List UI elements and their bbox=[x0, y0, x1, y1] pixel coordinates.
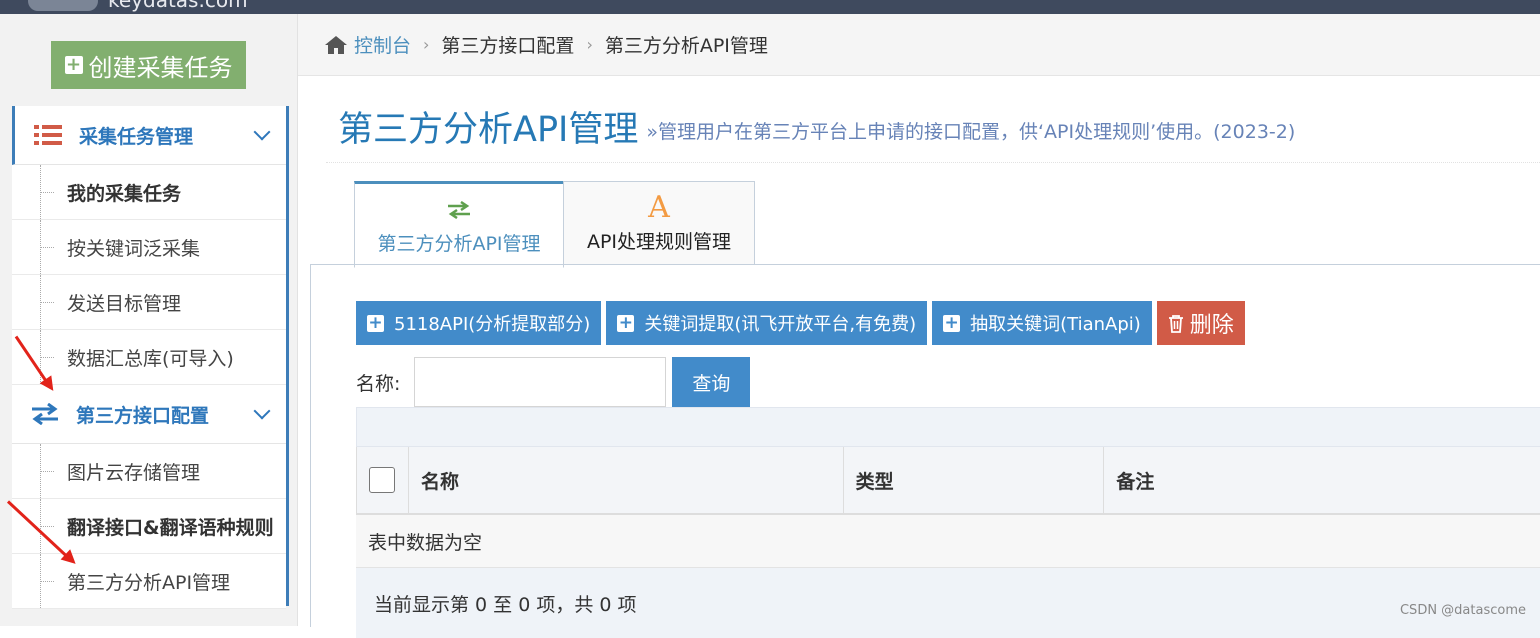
sidebar-item-label: 发送目标管理 bbox=[67, 292, 182, 315]
sidebar-item-analysis-api[interactable]: 第三方分析API管理 bbox=[12, 554, 286, 609]
chevron-down-icon bbox=[253, 402, 271, 420]
page-subtitle: »管理用户在第三方平台上申请的接口配置，供‘API处理规则’使用。(2023-2… bbox=[646, 120, 1296, 143]
button-label: 5118API(分析提取部分) bbox=[394, 314, 591, 335]
add-tianapi-button[interactable]: + 抽取关键词(TianApi) bbox=[932, 301, 1152, 345]
sidebar-active-rail bbox=[286, 106, 289, 606]
sidebar-item-label: 图片云存储管理 bbox=[67, 461, 201, 484]
table-info-footer: 当前显示第 0 至 0 项，共 0 项 bbox=[356, 568, 1540, 638]
trash-icon bbox=[1168, 314, 1184, 333]
nav-group-label: 采集任务管理 bbox=[79, 125, 194, 148]
main-content: 控制台 › 第三方接口配置 › 第三方分析API管理 第三方分析API管理 »管… bbox=[298, 14, 1540, 638]
list-icon bbox=[33, 124, 63, 146]
column-header-type[interactable]: 类型 bbox=[844, 447, 1105, 513]
select-all-checkbox-cell bbox=[357, 447, 409, 513]
nav-group-label: 第三方接口配置 bbox=[76, 404, 210, 427]
sidebar-item-send-targets[interactable]: 发送目标管理 bbox=[12, 275, 286, 330]
sidebar-item-my-tasks[interactable]: 我的采集任务 bbox=[12, 165, 286, 220]
button-label: 抽取关键词(TianApi) bbox=[970, 314, 1141, 335]
page-header: 第三方分析API管理 »管理用户在第三方平台上申请的接口配置，供‘API处理规则… bbox=[326, 90, 1540, 163]
brand-text: keydatas.com bbox=[108, 0, 248, 12]
nav-group-third-party[interactable]: 第三方接口配置 bbox=[12, 385, 286, 444]
chevron-down-icon bbox=[253, 123, 271, 141]
select-all-checkbox[interactable] bbox=[369, 467, 396, 493]
query-button[interactable]: 查询 bbox=[672, 357, 751, 407]
breadcrumb-level3: 第三方分析API管理 bbox=[604, 35, 768, 57]
tab-api-rules[interactable]: A API处理规则管理 bbox=[563, 181, 755, 265]
font-a-icon: A bbox=[648, 190, 670, 225]
search-bar: 名称: 查询 bbox=[356, 357, 751, 407]
name-search-input[interactable] bbox=[414, 357, 667, 407]
sidebar-item-label: 第三方分析API管理 bbox=[67, 571, 231, 594]
sidebar-item-keyword-collect[interactable]: 按关键词泛采集 bbox=[12, 220, 286, 275]
sidebar-item-label: 按关键词泛采集 bbox=[67, 237, 201, 260]
home-icon bbox=[324, 35, 348, 55]
data-table: 名称 类型 备注 表中数据为空 当前显示第 0 至 0 项，共 0 项 bbox=[356, 407, 1540, 638]
column-header-remark[interactable]: 备注 bbox=[1104, 447, 1540, 513]
action-toolbar: + 5118API(分析提取部分) + 关键词提取(讯飞开放平台,有免费) + … bbox=[356, 301, 1245, 345]
breadcrumb-home-link[interactable]: 控制台 bbox=[354, 31, 411, 58]
table-header: 名称 类型 备注 bbox=[356, 447, 1540, 515]
plus-square-icon: + bbox=[367, 312, 384, 333]
add-5118api-button[interactable]: + 5118API(分析提取部分) bbox=[356, 301, 602, 345]
watermark: CSDN @datascome bbox=[1399, 603, 1526, 618]
table-empty-message: 表中数据为空 bbox=[356, 515, 1540, 568]
plus-square-icon: + bbox=[617, 312, 635, 333]
sidebar-item-label: 数据汇总库(可导入) bbox=[67, 347, 234, 370]
sidebar-item-label: 翻译接口&翻译语种规则 bbox=[67, 516, 274, 539]
button-label: 删除 bbox=[1189, 313, 1234, 338]
table-toolbar bbox=[356, 407, 1540, 447]
sidebar-item-image-storage[interactable]: 图片云存储管理 bbox=[12, 444, 286, 499]
button-label: 关键词提取(讯飞开放平台,有免费) bbox=[644, 314, 917, 335]
tab-panel: + 5118API(分析提取部分) + 关键词提取(讯飞开放平台,有免费) + … bbox=[310, 264, 1540, 638]
tab-bar: 第三方分析API管理 A API处理规则管理 bbox=[354, 181, 755, 268]
chevron-right-icon: › bbox=[423, 35, 430, 54]
name-label: 名称: bbox=[356, 372, 401, 395]
plus-square-icon: + bbox=[64, 54, 83, 75]
breadcrumb: 控制台 › 第三方接口配置 › 第三方分析API管理 bbox=[298, 14, 1540, 76]
nav-group-collect-tasks[interactable]: 采集任务管理 bbox=[12, 106, 286, 165]
exchange-icon bbox=[447, 195, 471, 225]
delete-button[interactable]: 删除 bbox=[1156, 301, 1245, 345]
sidebar-item-label: 我的采集任务 bbox=[67, 182, 182, 205]
sidebar-item-data-library[interactable]: 数据汇总库(可导入) bbox=[12, 330, 286, 385]
create-task-label: 创建采集任务 bbox=[88, 53, 233, 82]
tab-analysis-api[interactable]: 第三方分析API管理 bbox=[354, 181, 564, 268]
chevron-right-icon: › bbox=[586, 35, 593, 54]
tab-label: API处理规则管理 bbox=[586, 230, 732, 253]
exchange-icon bbox=[30, 403, 60, 425]
page-title: 第三方分析API管理 bbox=[338, 109, 639, 150]
top-navbar: keydatas.com bbox=[0, 0, 1540, 14]
plus-square-icon: + bbox=[943, 312, 961, 333]
column-header-name[interactable]: 名称 bbox=[409, 447, 844, 513]
nav-menu: 采集任务管理 我的采集任务 按关键词泛采集 发送目标管理 数据汇总库(可导入) … bbox=[12, 106, 286, 609]
logo bbox=[28, 0, 98, 11]
add-xunfei-keyword-button[interactable]: + 关键词提取(讯飞开放平台,有免费) bbox=[606, 301, 928, 345]
tab-label: 第三方分析API管理 bbox=[377, 233, 541, 255]
breadcrumb-level2: 第三方接口配置 bbox=[441, 35, 575, 57]
create-task-button[interactable]: + 创建采集任务 bbox=[51, 41, 246, 89]
